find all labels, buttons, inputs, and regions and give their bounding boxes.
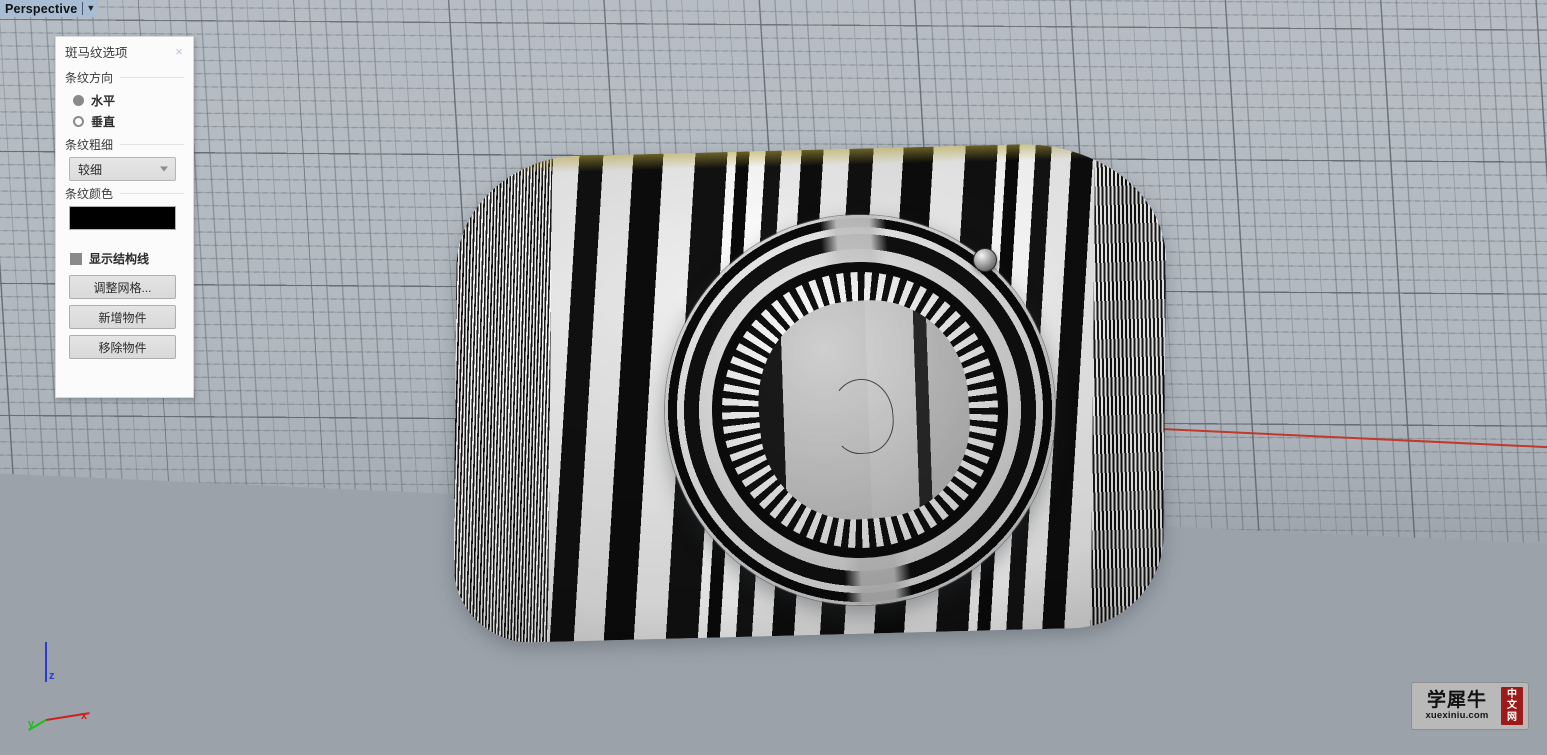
stripe-thickness-value: 较细 xyxy=(78,162,103,177)
radio-horizontal-label: 水平 xyxy=(91,94,116,108)
dialog-body: 条纹方向 水平 垂直 条纹粗细 较细 条纹颜色 显示结构线 调整网格... 新增… xyxy=(56,69,193,359)
watermark-logo: 学犀牛 xuexiniu.com 中 文 网 xyxy=(1411,682,1529,730)
group-header-stripe-thickness: 条纹粗细 xyxy=(65,136,184,153)
watermark-badge-line2: 文 xyxy=(1507,700,1517,712)
radio-horizontal[interactable]: 水平 xyxy=(65,90,184,111)
application-window: Perspective ▼ z x y 学犀牛 xuexiniu.com 中 文… xyxy=(0,0,1547,755)
checkbox-show-isocurves-icon[interactable] xyxy=(70,252,82,265)
group-rule xyxy=(120,77,184,78)
zebra-analysis-model[interactable] xyxy=(453,140,1167,647)
group-header-stripe-color: 条纹颜色 xyxy=(65,185,184,202)
viewport-title-divider xyxy=(82,2,84,15)
watermark-badge-line3: 网 xyxy=(1507,711,1517,723)
watermark-chinese-name: 学犀牛 xyxy=(1426,688,1487,711)
viewport-title-menu[interactable]: Perspective ▼ xyxy=(0,0,98,17)
perspective-viewport[interactable]: Perspective ▼ z x y 学犀牛 xuexiniu.com 中 文… xyxy=(0,0,1547,755)
zebra-options-dialog[interactable]: 斑马纹选项 × 条纹方向 水平 垂直 条纹粗细 较细 条纹颜色 显示结构线 调整… xyxy=(55,36,194,398)
radio-horizontal-icon[interactable] xyxy=(73,95,84,106)
dialog-titlebar[interactable]: 斑马纹选项 × xyxy=(56,37,193,65)
stripe-thickness-select[interactable]: 较细 xyxy=(69,157,176,181)
remove-objects-button[interactable]: 移除物件 xyxy=(69,335,176,359)
z-axis-line xyxy=(45,642,47,682)
chevron-down-icon[interactable] xyxy=(160,166,168,172)
radio-vertical-icon[interactable] xyxy=(73,116,84,127)
watermark-badge: 中 文 网 xyxy=(1501,687,1523,725)
group-label-stripe-color: 条纹颜色 xyxy=(65,187,114,201)
close-icon[interactable]: × xyxy=(171,43,187,59)
watermark-domain: xuexiniu.com xyxy=(1425,710,1489,722)
radio-vertical[interactable]: 垂直 xyxy=(65,111,184,132)
stripe-color-swatch[interactable] xyxy=(69,206,176,230)
checkbox-show-isocurves[interactable]: 显示结构线 xyxy=(70,250,184,267)
adjust-mesh-button[interactable]: 调整网格... xyxy=(69,275,176,299)
checkbox-show-isocurves-label: 显示结构线 xyxy=(89,252,150,266)
group-label-stripe-direction: 条纹方向 xyxy=(65,71,114,85)
z-axis-label: z xyxy=(49,670,55,682)
x-axis-label: x xyxy=(81,710,88,722)
axis-gizmo: z x y xyxy=(18,642,90,733)
chevron-down-icon[interactable]: ▼ xyxy=(86,4,95,13)
add-objects-button[interactable]: 新增物件 xyxy=(69,305,176,329)
group-label-stripe-thickness: 条纹粗细 xyxy=(65,138,114,152)
viewport-title-label: Perspective xyxy=(5,1,78,16)
group-rule xyxy=(120,193,184,194)
y-axis-label: y xyxy=(28,718,35,730)
group-header-stripe-direction: 条纹方向 xyxy=(65,69,184,86)
radio-vertical-label: 垂直 xyxy=(91,115,116,129)
dialog-title: 斑马纹选项 xyxy=(65,45,128,60)
group-rule xyxy=(120,144,184,145)
watermark-text-block: 学犀牛 xuexiniu.com xyxy=(1417,688,1497,722)
shutter-knob-sphere xyxy=(973,248,997,272)
watermark-badge-line1: 中 xyxy=(1507,688,1517,700)
